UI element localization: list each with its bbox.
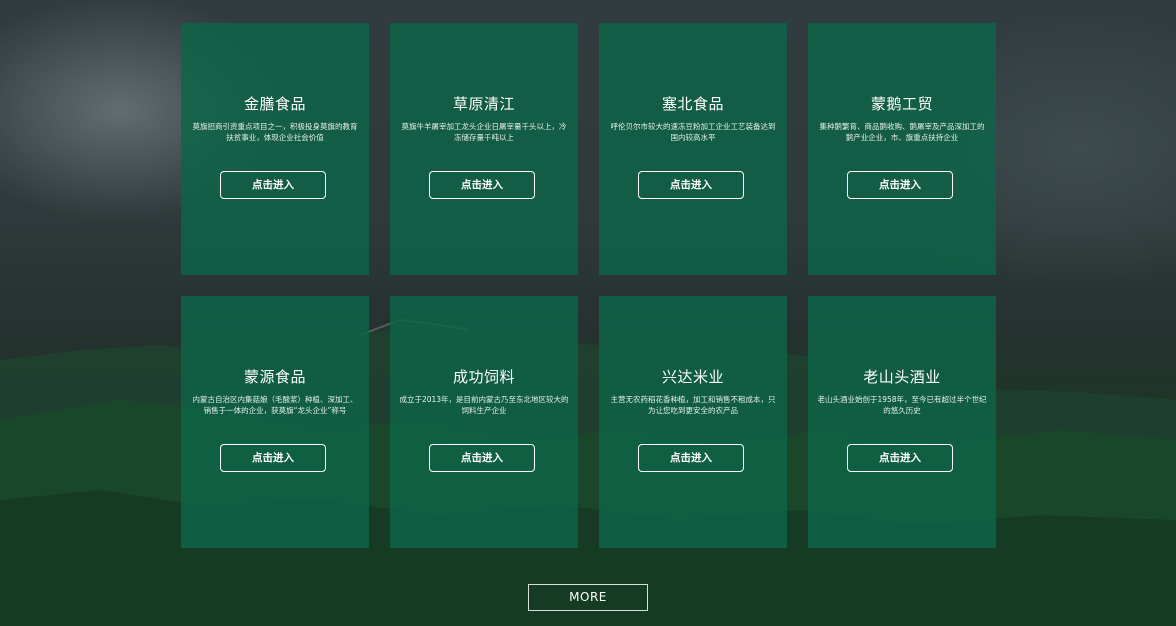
company-card: 老山头酒业 老山头酒业始创于1958年，至今已有超过半个世纪的悠久历史 点击进入 bbox=[808, 296, 996, 548]
company-card: 草原清江 莫旗牛羊屠宰加工龙头企业日屠宰量千头以上，冷冻储存量千吨以上 点击进入 bbox=[390, 23, 578, 275]
card-title: 成功饲料 bbox=[452, 368, 515, 386]
card-description: 呼伦贝尔市较大的速冻豆粉加工企业工艺装备达到国内较高水平 bbox=[610, 122, 776, 142]
enter-button[interactable]: 点击进入 bbox=[847, 444, 953, 472]
card-description: 成立于2013年，是目前内蒙古乃至东北地区较大的饲料生产企业 bbox=[399, 395, 569, 415]
company-card: 蒙鹅工贸 集种鹅繁育、商品鹅收购、鹅屠宰及产品深加工的鹅产业企业，市、旗重点扶持… bbox=[808, 23, 996, 275]
card-description: 集种鹅繁育、商品鹅收购、鹅屠宰及产品深加工的鹅产业企业，市、旗重点扶持企业 bbox=[819, 122, 985, 142]
card-title: 塞北食品 bbox=[661, 95, 724, 113]
enter-button[interactable]: 点击进入 bbox=[638, 171, 744, 199]
enter-button[interactable]: 点击进入 bbox=[429, 171, 535, 199]
card-title: 老山头酒业 bbox=[863, 368, 941, 386]
card-description: 莫旗招商引资重点项目之一，积极投身莫旗的教育扶贫事业，体现企业社会价值 bbox=[192, 122, 358, 142]
company-card: 塞北食品 呼伦贝尔市较大的速冻豆粉加工企业工艺装备达到国内较高水平 点击进入 bbox=[599, 23, 787, 275]
card-description: 主营无农药稻花香种植，加工和销售不租成本，只为让您吃到更安全的农产品 bbox=[610, 395, 776, 415]
company-card: 成功饲料 成立于2013年，是目前内蒙古乃至东北地区较大的饲料生产企业 点击进入 bbox=[390, 296, 578, 548]
company-card: 蒙源食品 内蒙古自治区内集菇娘（毛酸浆）种植、深加工、销售于一体的企业，获莫旗“… bbox=[181, 296, 369, 548]
card-title: 蒙源食品 bbox=[243, 368, 306, 386]
card-description: 莫旗牛羊屠宰加工龙头企业日屠宰量千头以上，冷冻储存量千吨以上 bbox=[401, 122, 567, 142]
enter-button[interactable]: 点击进入 bbox=[429, 444, 535, 472]
card-title: 兴达米业 bbox=[661, 368, 724, 386]
card-title: 草原清江 bbox=[452, 95, 515, 113]
card-title: 蒙鹅工贸 bbox=[870, 95, 933, 113]
company-card-grid: 金膳食品 莫旗招商引资重点项目之一，积极投身莫旗的教育扶贫事业，体现企业社会价值… bbox=[181, 23, 996, 548]
enter-button[interactable]: 点击进入 bbox=[220, 444, 326, 472]
company-card: 金膳食品 莫旗招商引资重点项目之一，积极投身莫旗的教育扶贫事业，体现企业社会价值… bbox=[181, 23, 369, 275]
card-description: 内蒙古自治区内集菇娘（毛酸浆）种植、深加工、销售于一体的企业，获莫旗“龙头企业”… bbox=[192, 395, 358, 415]
card-title: 金膳食品 bbox=[243, 95, 306, 113]
company-card: 兴达米业 主营无农药稻花香种植，加工和销售不租成本，只为让您吃到更安全的农产品 … bbox=[599, 296, 787, 548]
enter-button[interactable]: 点击进入 bbox=[638, 444, 744, 472]
more-button[interactable]: MORE bbox=[528, 584, 648, 611]
card-description: 老山头酒业始创于1958年，至今已有超过半个世纪的悠久历史 bbox=[817, 395, 987, 415]
enter-button[interactable]: 点击进入 bbox=[847, 171, 953, 199]
enter-button[interactable]: 点击进入 bbox=[220, 171, 326, 199]
